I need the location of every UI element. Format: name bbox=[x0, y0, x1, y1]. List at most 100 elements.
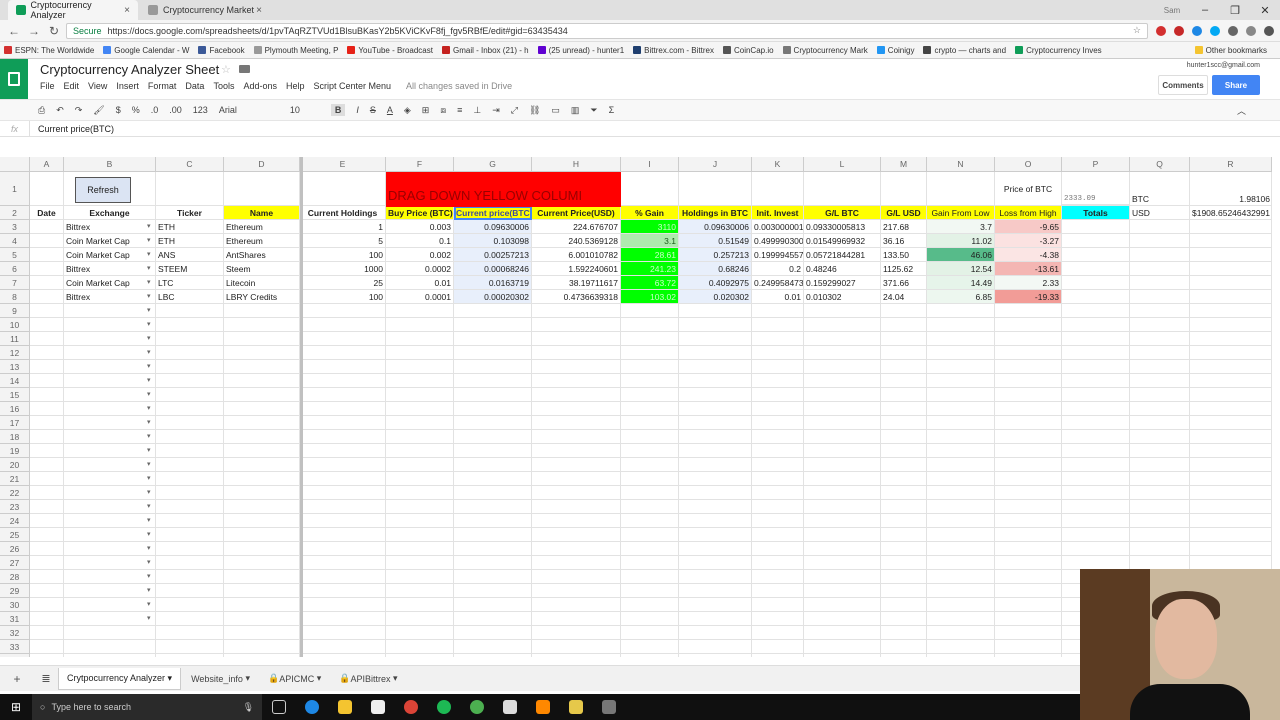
dropdown-arrow-icon[interactable]: ▾ bbox=[147, 348, 151, 356]
grid-cell[interactable] bbox=[454, 556, 532, 570]
borders-icon[interactable]: ⊞ bbox=[422, 105, 430, 116]
grid-cell[interactable] bbox=[1130, 500, 1190, 514]
grid-cell[interactable] bbox=[1130, 374, 1190, 388]
row-header[interactable]: 3 bbox=[0, 220, 30, 234]
grid-cell[interactable] bbox=[1190, 416, 1272, 430]
data-cell[interactable]: 0.010302 bbox=[804, 290, 881, 304]
grid-cell[interactable] bbox=[804, 598, 881, 612]
file-explorer-icon[interactable] bbox=[328, 694, 361, 720]
grid-cell[interactable] bbox=[881, 542, 927, 556]
grid-cell[interactable] bbox=[621, 500, 679, 514]
grid-cell[interactable] bbox=[532, 556, 621, 570]
grid-cell[interactable] bbox=[224, 542, 300, 556]
grid-cell[interactable] bbox=[1190, 430, 1272, 444]
close-window-icon[interactable]: ✕ bbox=[1250, 4, 1280, 17]
grid-cell[interactable] bbox=[621, 472, 679, 486]
insert-chart-icon[interactable]: ▥ bbox=[571, 105, 580, 116]
grid-cell[interactable] bbox=[300, 584, 386, 598]
dropdown-arrow-icon[interactable]: ▾ bbox=[147, 488, 151, 496]
grid-cell[interactable] bbox=[1130, 444, 1190, 458]
grid-cell[interactable] bbox=[927, 346, 995, 360]
grid-cell[interactable] bbox=[300, 654, 386, 657]
fill-color-icon[interactable]: ◈ bbox=[404, 105, 411, 116]
grid-cell[interactable] bbox=[386, 514, 454, 528]
sheet-tab-website-info[interactable]: Website_info ▾ bbox=[183, 668, 258, 690]
grid-cell[interactable] bbox=[30, 486, 64, 500]
column-title-13[interactable]: Gain From Low bbox=[927, 206, 995, 220]
share-button[interactable]: Share bbox=[1212, 75, 1260, 95]
grid-cell[interactable] bbox=[30, 556, 64, 570]
settings-icon[interactable] bbox=[1246, 25, 1256, 36]
skype-icon[interactable] bbox=[1210, 25, 1220, 36]
bold-button[interactable]: B bbox=[330, 104, 346, 116]
strikethrough-button[interactable]: S bbox=[370, 105, 376, 115]
row-header[interactable]: 29 bbox=[0, 584, 30, 598]
browser-tab-analyzer[interactable]: Cryptocurrency Analyzer × bbox=[8, 0, 138, 20]
grid-cell[interactable] bbox=[804, 318, 881, 332]
grid-cell[interactable] bbox=[64, 402, 156, 416]
grid-cell[interactable] bbox=[1062, 528, 1130, 542]
data-cell[interactable]: ETH bbox=[156, 234, 224, 248]
column-title-10[interactable]: Init. Invest bbox=[752, 206, 804, 220]
grid-cell[interactable] bbox=[621, 430, 679, 444]
grid-cell[interactable] bbox=[1062, 374, 1130, 388]
grid-cell[interactable] bbox=[1190, 556, 1272, 570]
grid-cell[interactable] bbox=[156, 430, 224, 444]
grid-cell[interactable] bbox=[300, 570, 386, 584]
grid-cell[interactable] bbox=[64, 500, 156, 514]
grid-cell[interactable] bbox=[64, 318, 156, 332]
grid-cell[interactable] bbox=[532, 318, 621, 332]
grid-cell[interactable] bbox=[621, 528, 679, 542]
grid-cell[interactable] bbox=[224, 640, 300, 654]
all-sheets-icon[interactable]: ≣ bbox=[34, 672, 58, 685]
grid-cell[interactable] bbox=[927, 374, 995, 388]
grid-cell[interactable] bbox=[64, 584, 156, 598]
grid-cell[interactable] bbox=[1190, 472, 1272, 486]
grid-cell[interactable] bbox=[300, 172, 386, 206]
grid-cell[interactable] bbox=[386, 640, 454, 654]
grid-cell[interactable] bbox=[64, 528, 156, 542]
grid-cell[interactable] bbox=[995, 640, 1062, 654]
grid-cell[interactable] bbox=[386, 444, 454, 458]
back-icon[interactable]: ← bbox=[6, 24, 22, 38]
dropdown-arrow-icon[interactable]: ▾ bbox=[147, 264, 151, 272]
grid-cell[interactable] bbox=[1062, 430, 1130, 444]
grid-cell[interactable] bbox=[927, 598, 995, 612]
grid-cell[interactable] bbox=[454, 486, 532, 500]
grid-cell[interactable] bbox=[64, 486, 156, 500]
grid-cell[interactable] bbox=[995, 626, 1062, 640]
grid-cell[interactable] bbox=[300, 500, 386, 514]
grid-cell[interactable] bbox=[621, 304, 679, 318]
grid-cell[interactable] bbox=[64, 416, 156, 430]
row-header[interactable]: 11 bbox=[0, 332, 30, 346]
grid-cell[interactable] bbox=[1130, 304, 1190, 318]
dropdown-arrow-icon[interactable]: ▾ bbox=[147, 530, 151, 538]
grid-cell[interactable] bbox=[1130, 346, 1190, 360]
grid-cell[interactable] bbox=[1130, 318, 1190, 332]
data-cell[interactable]: 0.0163719 bbox=[454, 276, 532, 290]
grid-cell[interactable] bbox=[881, 388, 927, 402]
bookmark-item[interactable]: Bittrex.com - Bittrex bbox=[633, 46, 714, 55]
grid-cell[interactable] bbox=[621, 360, 679, 374]
grid-cell[interactable] bbox=[995, 654, 1062, 657]
grid-cell[interactable] bbox=[995, 444, 1062, 458]
grid-cell[interactable] bbox=[300, 472, 386, 486]
close-tab-icon[interactable]: × bbox=[124, 5, 130, 16]
grid-cell[interactable] bbox=[30, 584, 64, 598]
start-button[interactable]: ⊞ bbox=[0, 700, 32, 714]
grid-cell[interactable] bbox=[621, 402, 679, 416]
column-header-A[interactable]: A bbox=[30, 157, 64, 172]
data-cell[interactable]: 3110 bbox=[621, 220, 679, 234]
data-cell[interactable]: 241.23 bbox=[621, 262, 679, 276]
grid-cell[interactable] bbox=[532, 416, 621, 430]
data-cell[interactable]: 0.48246 bbox=[804, 262, 881, 276]
grid-cell[interactable] bbox=[881, 612, 927, 626]
grid-cell[interactable] bbox=[532, 458, 621, 472]
grid-cell[interactable] bbox=[679, 556, 752, 570]
grid-cell[interactable] bbox=[300, 388, 386, 402]
row-header[interactable]: 24 bbox=[0, 514, 30, 528]
grid-cell[interactable] bbox=[927, 172, 995, 206]
grid-cell[interactable] bbox=[995, 332, 1062, 346]
grid-cell[interactable] bbox=[454, 612, 532, 626]
grid-cell[interactable] bbox=[386, 570, 454, 584]
